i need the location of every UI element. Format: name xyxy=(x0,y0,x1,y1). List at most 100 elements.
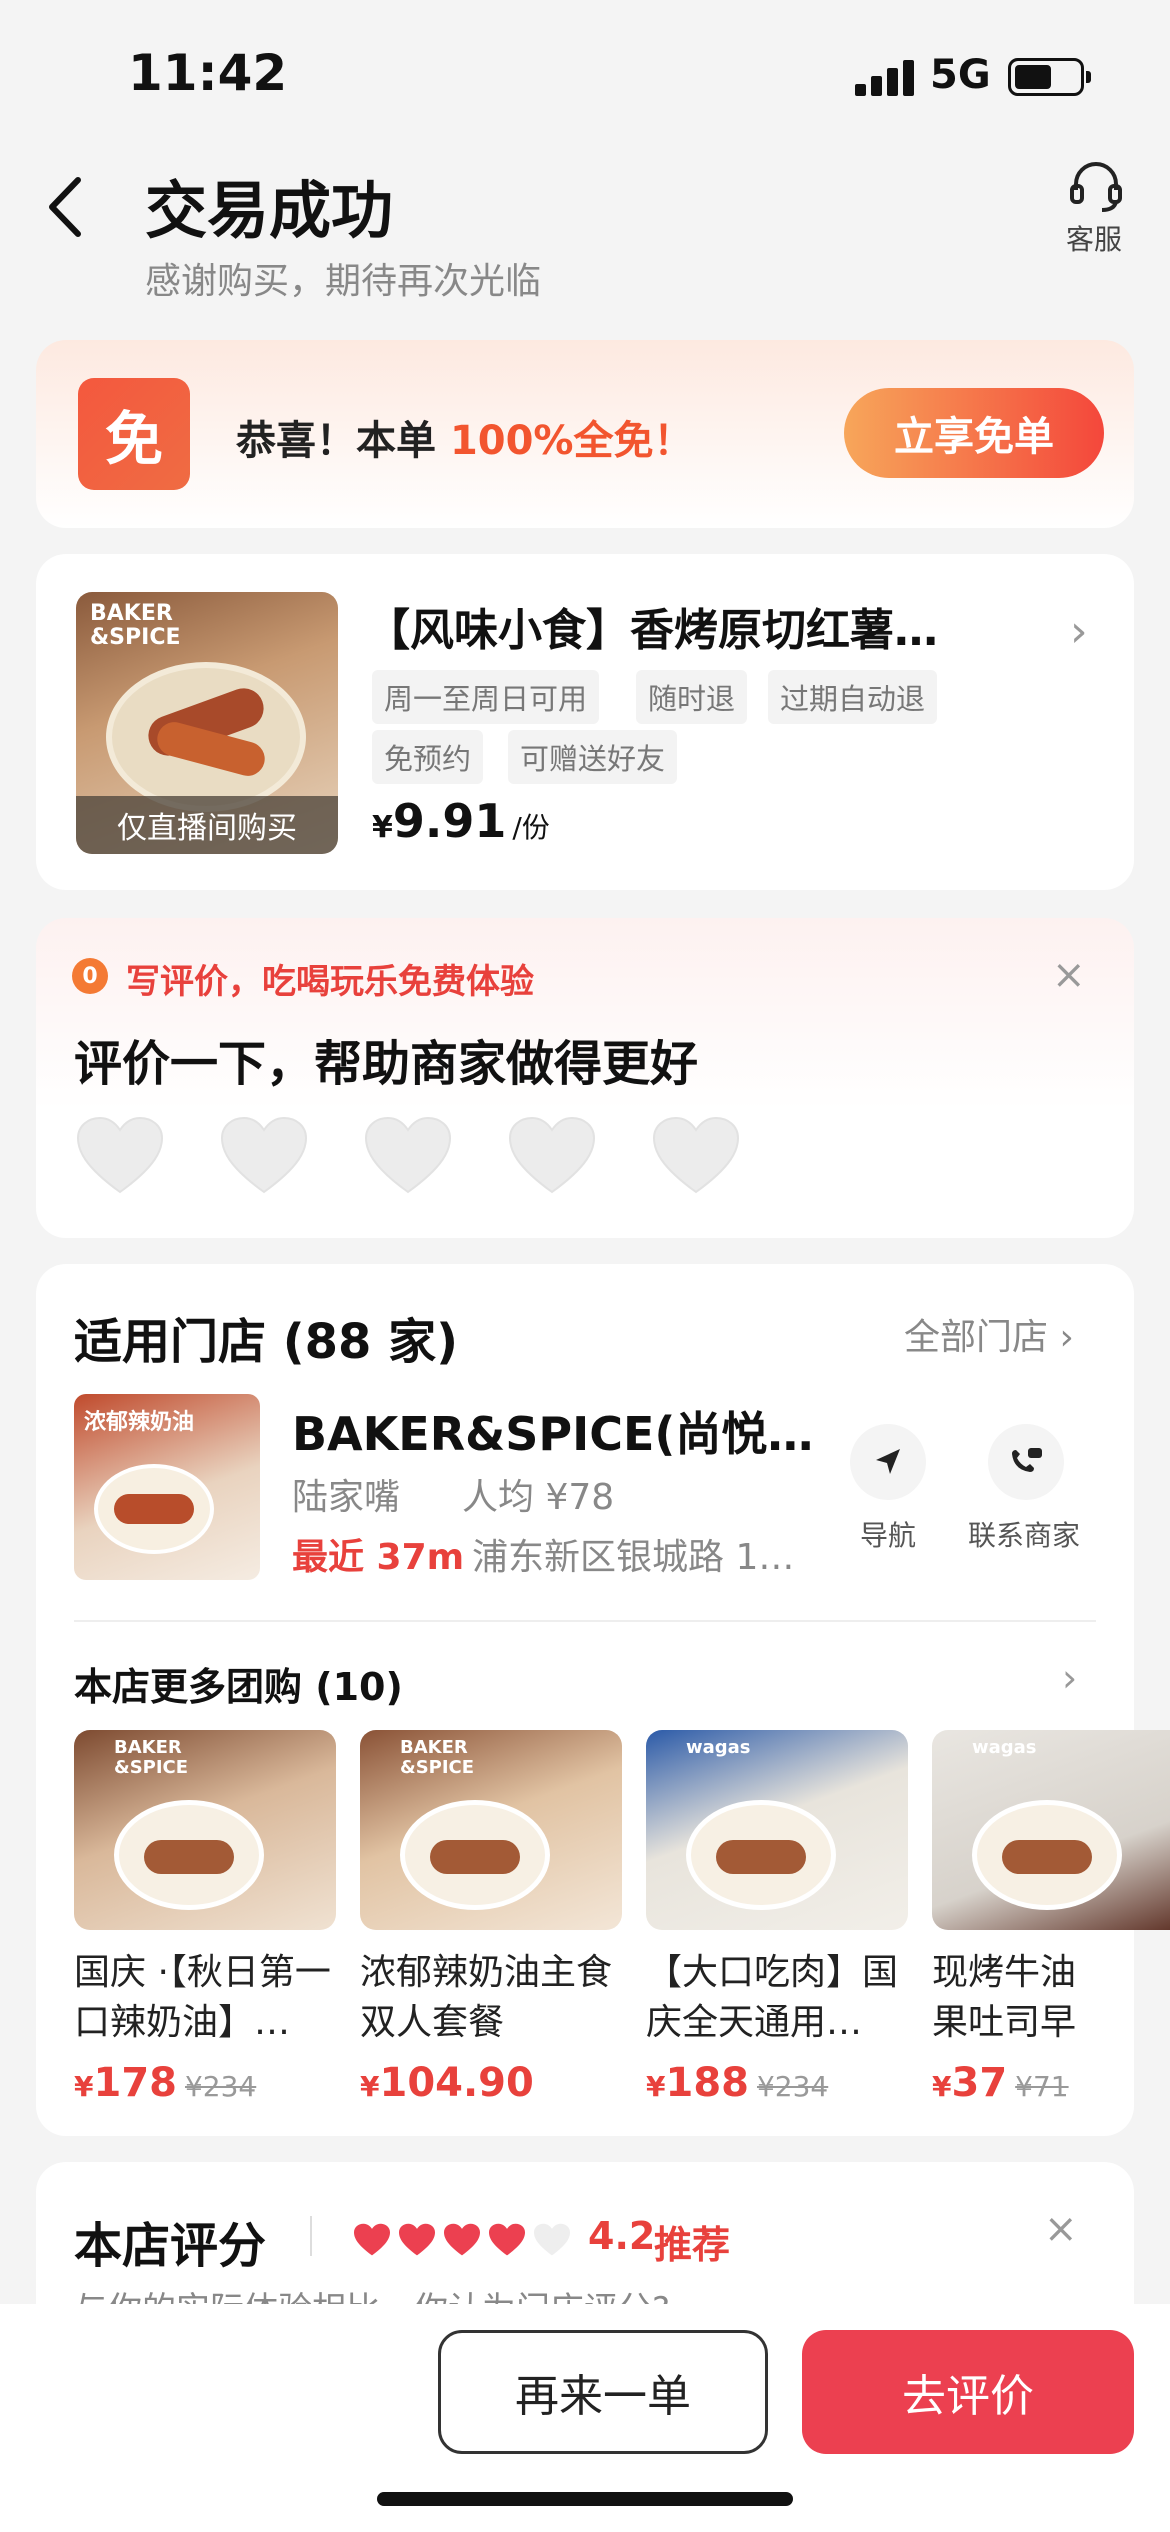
all-stores-link[interactable]: 全部门店 › xyxy=(904,1308,1074,1360)
deal-original-price: ¥234 xyxy=(756,2070,829,2103)
rating-score: 4.2 xyxy=(588,2214,656,2258)
product-tag: 随时退 xyxy=(636,670,748,724)
price-currency: ¥ xyxy=(360,2070,380,2103)
product-title[interactable]: 【风味小食】香烤原切红薯… xyxy=(366,594,938,658)
deal-image[interactable]: BAKER &SPICE xyxy=(360,1730,622,1930)
promo-text: 恭喜！本单 100%全免！ xyxy=(236,408,694,466)
heart-rating-icon[interactable] xyxy=(650,1114,742,1198)
navigation-arrow-icon xyxy=(876,1449,900,1474)
signal-icon xyxy=(855,60,915,96)
product-tag: 可赠送好友 xyxy=(508,730,678,784)
claim-free-button[interactable]: 立享免单 xyxy=(844,388,1104,478)
deal-image[interactable]: wagas xyxy=(932,1730,1170,1930)
free-order-banner: 免 恭喜！本单 100%全免！ 立享免单 xyxy=(36,340,1134,528)
deal-title[interactable]: 现烤牛油果吐司早餐套餐 xyxy=(932,1948,1108,2048)
coin-icon: 0 xyxy=(72,958,108,994)
back-icon[interactable] xyxy=(40,172,90,242)
page-subtitle: 感谢购买，期待再次光临 xyxy=(145,261,542,302)
deal-price: ¥104.90 xyxy=(360,2060,622,2106)
headset-icon[interactable] xyxy=(1066,160,1126,212)
heart-filled-icon xyxy=(487,2222,527,2258)
store-image-label: 浓郁辣奶油 xyxy=(84,1410,195,1435)
reorder-button[interactable]: 再来一单 xyxy=(438,2330,768,2454)
network-label: 5G xyxy=(930,52,991,98)
deal-price: ¥37 ¥71 xyxy=(932,2060,1108,2106)
heart-rating-icon[interactable] xyxy=(74,1114,166,1198)
deal-current-price: 104.90 xyxy=(379,2060,534,2106)
close-icon[interactable]: × xyxy=(1044,2206,1078,2252)
more-deals-title[interactable]: 本店更多团购 (10) xyxy=(74,1656,403,1711)
write-review-button[interactable]: 去评价 xyxy=(802,2330,1134,2454)
chevron-right-icon[interactable]: › xyxy=(1062,1656,1077,1700)
deal-title[interactable]: 【大口吃肉】国庆全天通用… xyxy=(646,1948,908,2048)
phone-chat-icon xyxy=(1012,1448,1042,1472)
price-unit: /份 xyxy=(512,811,550,844)
store-area: 陆家嘴 xyxy=(292,1477,401,1518)
heart-filled-icon xyxy=(397,2222,437,2258)
applicable-stores-card: 适用门店 (88 家) 全部门店 › 浓郁辣奶油 BAKER&SPICE(尚悦…… xyxy=(36,1264,1170,2136)
review-promo-text: 写评价，吃喝玩乐免费体验 xyxy=(126,962,534,1002)
product-tag: 免预约 xyxy=(372,730,484,784)
navigate-label[interactable]: 导航 xyxy=(860,1514,916,1554)
product-tag: 过期自动退 xyxy=(768,670,938,724)
price-value: 9.91 xyxy=(392,794,507,848)
deal-title[interactable]: 国庆 ·【秋日第一口辣奶油】… xyxy=(74,1948,336,2048)
deal-brand-logo: BAKER &SPICE xyxy=(114,1737,189,1778)
customer-service-label[interactable]: 客服 xyxy=(1066,218,1122,258)
navigate-button[interactable] xyxy=(850,1424,926,1500)
price-currency: ¥ xyxy=(932,2070,952,2103)
store-name[interactable]: BAKER&SPICE(尚悦… xyxy=(292,1398,813,1464)
deal-card[interactable]: wagas 【大口吃肉】国庆全天通用… ¥188 ¥234 xyxy=(646,1730,908,2106)
store-address: 浦东新区银城路 1… xyxy=(472,1537,795,1578)
promo-text-prefix: 恭喜！本单 xyxy=(236,418,450,464)
food-shape xyxy=(114,1494,194,1524)
promo-text-highlight: 100%全免！ xyxy=(449,418,694,464)
product-tag: 周一至周日可用 xyxy=(372,670,600,724)
deal-current-price: 178 xyxy=(93,2060,177,2106)
deal-price: ¥188 ¥234 xyxy=(646,2060,908,2106)
deal-image[interactable]: wagas xyxy=(646,1730,908,1930)
store-rating-title: 本店评分 xyxy=(74,2218,267,2274)
review-prompt-card: 0 写评价，吃喝玩乐免费体验 × 评价一下，帮助商家做得更好 xyxy=(36,918,1134,1238)
product-card[interactable]: BAKER &SPICE 仅直播间购买 【风味小食】香烤原切红薯… › 周一至周… xyxy=(36,554,1134,890)
heart-empty-icon xyxy=(532,2222,572,2258)
heart-filled-icon xyxy=(352,2222,392,2258)
deal-image[interactable]: BAKER &SPICE xyxy=(74,1730,336,1930)
free-badge-icon: 免 xyxy=(78,378,190,490)
food-shape xyxy=(430,1840,520,1874)
contact-merchant-button[interactable] xyxy=(988,1424,1064,1500)
deal-current-price: 37 xyxy=(951,2060,1008,2106)
store-image[interactable]: 浓郁辣奶油 xyxy=(74,1394,260,1580)
heart-rating-icon[interactable] xyxy=(362,1114,454,1198)
deal-card[interactable]: BAKER &SPICE 浓郁辣奶油主食双人套餐 ¥104.90 xyxy=(360,1730,622,2106)
deal-original-price: ¥234 xyxy=(184,2070,257,2103)
deal-card[interactable]: BAKER &SPICE 国庆 ·【秋日第一口辣奶油】… ¥178 ¥234 xyxy=(74,1730,336,2106)
deal-brand-logo: BAKER &SPICE xyxy=(400,1737,475,1778)
close-icon[interactable]: × xyxy=(1052,952,1086,998)
divider xyxy=(310,2216,312,2256)
review-prompt-title: 评价一下，帮助商家做得更好 xyxy=(74,1036,699,1092)
product-image[interactable]: BAKER &SPICE 仅直播间购买 xyxy=(76,592,338,854)
heart-rating-icon[interactable] xyxy=(218,1114,310,1198)
deal-title[interactable]: 浓郁辣奶油主食双人套餐 xyxy=(360,1948,622,2048)
store-distance: 最近 37m xyxy=(292,1537,465,1578)
deal-original-price: ¥71 xyxy=(1015,2070,1069,2103)
page-title: 交易成功 xyxy=(145,174,394,247)
stores-title: 适用门店 (88 家) xyxy=(74,1314,459,1370)
contact-merchant-label[interactable]: 联系商家 xyxy=(968,1514,1080,1554)
deal-card[interactable]: wagas 现烤牛油果吐司早餐套餐 ¥37¥71 xyxy=(932,1730,1170,2106)
price-currency: ¥ xyxy=(74,2070,94,2103)
status-time: 11:42 xyxy=(128,44,288,102)
heart-rating-icon[interactable] xyxy=(506,1114,598,1198)
product-price: ¥9.91/份 xyxy=(372,794,550,848)
deal-brand-logo: wagas xyxy=(686,1737,751,1758)
home-indicator[interactable] xyxy=(377,2492,793,2506)
deal-current-price: 188 xyxy=(665,2060,749,2106)
live-only-overlay: 仅直播间购买 xyxy=(76,796,338,854)
divider xyxy=(74,1620,1096,1622)
deal-brand-logo: wagas xyxy=(972,1737,1037,1758)
food-shape xyxy=(1002,1840,1092,1874)
rating-recommend: 推荐 xyxy=(654,2223,731,2267)
chevron-right-icon[interactable]: › xyxy=(1070,606,1088,657)
food-shape xyxy=(144,1840,234,1874)
